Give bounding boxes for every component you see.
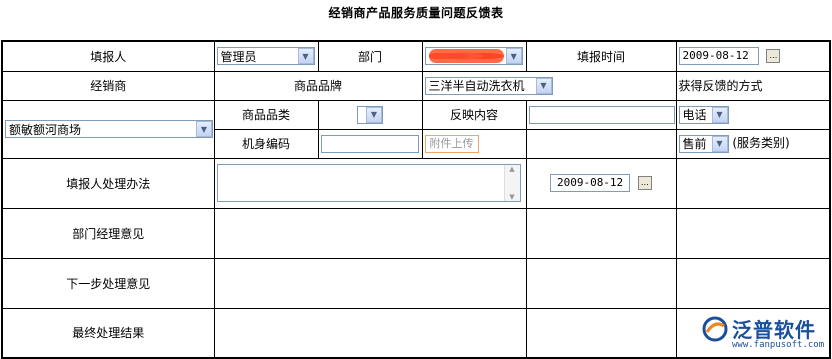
serial-cell: [317, 128, 423, 159]
final-result-cell: [213, 307, 527, 359]
reporter-select[interactable]: 管理员 ▼: [216, 47, 315, 66]
upload-button[interactable]: 附件上传: [424, 134, 479, 153]
chevron-down-icon: ▼: [711, 106, 728, 123]
brand-cell: 三洋半自动洗衣机 ▼: [421, 70, 677, 101]
dept-select[interactable]: ▼: [424, 47, 523, 66]
method-select[interactable]: 电话 ▼: [678, 105, 729, 124]
fanpu-logo-icon: [702, 316, 728, 342]
fanpu-logo: 泛普软件 www.fanpusoft.com: [702, 312, 826, 354]
method-select-value: 电话: [682, 108, 707, 122]
scroll-up-icon[interactable]: ▲: [509, 165, 514, 173]
chevron-down-icon: ▼: [366, 106, 382, 123]
upload-spacer: [525, 128, 677, 159]
handle-cell: ▲ ▼: [213, 157, 527, 209]
page-title: 经销商产品服务质量问题反馈表: [328, 6, 504, 20]
redacted-scribble: [428, 49, 504, 64]
manager-opinion-extra: [525, 207, 677, 259]
category-select[interactable]: ▼: [357, 105, 383, 124]
dealer-select[interactable]: 额敏额河商场 ▼: [5, 120, 213, 138]
textarea-scrollbar[interactable]: ▲ ▼: [503, 165, 520, 201]
dept-cell: ▼: [421, 40, 527, 72]
chevron-down-icon: ▼: [505, 48, 522, 65]
manager-opinion-label: 部门经理意见: [1, 207, 215, 259]
manager-opinion-spacer: [675, 207, 831, 259]
time-input[interactable]: 2009-08-12: [678, 47, 759, 66]
service-select-value: 售前: [682, 137, 707, 152]
final-result-extra: [525, 307, 677, 359]
dealer-select-value: 额敏额河商场: [9, 122, 82, 137]
handle-date-cell: 2009-08-12 …: [525, 157, 677, 209]
feedback-label: 获得反馈的方式: [675, 70, 831, 101]
logo-brand: 泛普软件: [732, 318, 816, 342]
brand-select-value: 三洋半自动洗衣机: [428, 79, 525, 93]
reporter-select-value: 管理员: [220, 49, 257, 64]
serial-label: 机身编码: [213, 128, 319, 159]
handle-label: 填报人处理办法: [1, 157, 215, 209]
handle-textarea[interactable]: ▲ ▼: [216, 164, 521, 202]
category-cell: ▼: [317, 99, 423, 130]
service-select[interactable]: 售前 ▼: [678, 134, 729, 153]
chevron-down-icon: ▼: [711, 135, 728, 152]
chevron-down-icon: ▼: [535, 77, 552, 94]
service-suffix: (服务类别): [732, 136, 790, 151]
method-cell: 电话 ▼: [675, 99, 831, 130]
handle-date-input[interactable]: 2009-08-12: [550, 174, 631, 192]
content-label: 反映内容: [421, 99, 527, 130]
time-cell: 2009-08-12 …: [675, 40, 831, 72]
dealer-cell: 额敏额河商场 ▼: [1, 99, 215, 159]
brand-select[interactable]: 三洋半自动洗衣机 ▼: [424, 76, 553, 95]
category-label: 商品品类: [213, 99, 319, 130]
time-label: 填报时间: [525, 40, 677, 72]
next-step-label: 下一步处理意见: [1, 257, 215, 309]
calendar-icon[interactable]: …: [637, 176, 652, 190]
reporter-cell: 管理员 ▼: [213, 40, 319, 72]
serial-input[interactable]: [320, 134, 419, 153]
dept-label: 部门: [317, 40, 423, 72]
next-step-extra: [525, 257, 677, 309]
scroll-down-icon[interactable]: ▼: [509, 193, 514, 201]
dealer-label: 经销商: [1, 70, 215, 101]
content-input[interactable]: [528, 105, 675, 124]
content-cell: [525, 99, 677, 130]
manager-opinion-cell: [213, 207, 527, 259]
handle-spacer: [675, 157, 831, 209]
final-result-label: 最终处理结果: [1, 307, 215, 359]
next-step-spacer: [675, 257, 831, 309]
chevron-down-icon: ▼: [297, 48, 314, 65]
next-step-cell: [213, 257, 527, 309]
brand-label: 商品品牌: [213, 70, 423, 101]
logo-url: www.fanpusoft.com: [732, 340, 825, 350]
service-cell: 售前 ▼ (服务类别): [675, 128, 831, 159]
chevron-down-icon: ▼: [196, 121, 212, 137]
upload-cell: 附件上传: [421, 128, 527, 159]
calendar-icon[interactable]: …: [766, 49, 781, 64]
reporter-label: 填报人: [1, 40, 215, 72]
